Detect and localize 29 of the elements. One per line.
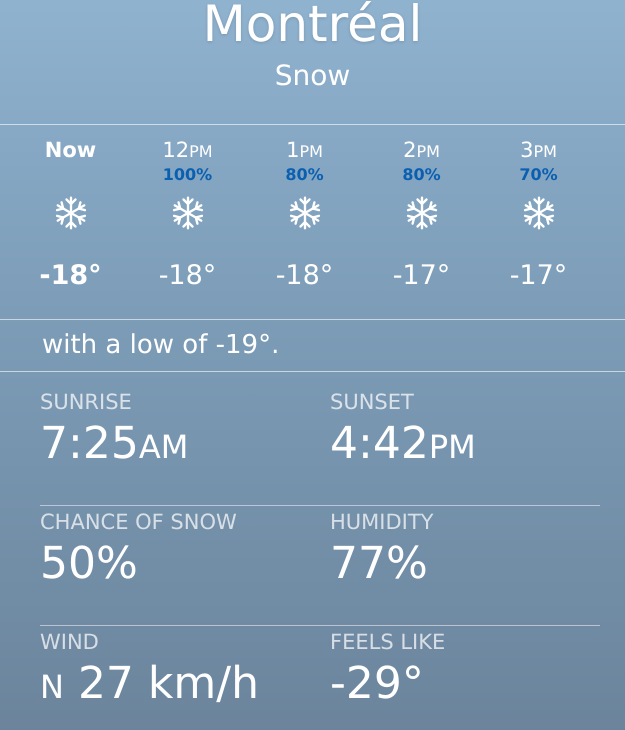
hour-label: 1 PM <box>286 137 323 164</box>
hour-label: 2 PM <box>403 137 440 164</box>
detail-value: N 27 km/h <box>40 657 260 711</box>
detail-value: -29° <box>330 657 425 711</box>
hour-label: Now <box>44 137 96 164</box>
hour-temperature: -18° <box>158 259 216 293</box>
detail-value: 50% <box>40 537 139 591</box>
detail-label: SUNSET <box>330 389 415 416</box>
detail-value: 77% <box>330 537 429 591</box>
detail-value: 7:25AM <box>40 417 190 471</box>
hour-label: 3PM <box>520 137 557 164</box>
hour-temperature: -18° <box>39 259 102 293</box>
precipitation-chance: 100% <box>162 165 212 185</box>
precipitation-chance: 80% <box>402 165 441 185</box>
detail-label: CHANCE OF SNOW <box>40 509 238 536</box>
hour-temperature: -17° <box>510 259 568 293</box>
condition-text: Snow <box>274 58 350 94</box>
detail-label: WIND <box>40 629 100 656</box>
hour-temperature: -17° <box>392 259 450 293</box>
detail-value: 4:42 PM <box>330 417 477 471</box>
detail-label: FEELS LIKE <box>330 629 446 656</box>
detail-label: HUMIDITY <box>330 509 434 536</box>
hour-label: 12 PM <box>162 137 213 164</box>
hour-temperature: -18° <box>276 259 334 293</box>
precipitation-chance: 80% <box>285 165 324 185</box>
city-name: Montréal <box>202 0 422 52</box>
forecast-summary: with a low of -19°. <box>0 320 625 372</box>
detail-label: SUNRISE <box>40 389 133 416</box>
precipitation-chance: 70% <box>519 165 558 185</box>
